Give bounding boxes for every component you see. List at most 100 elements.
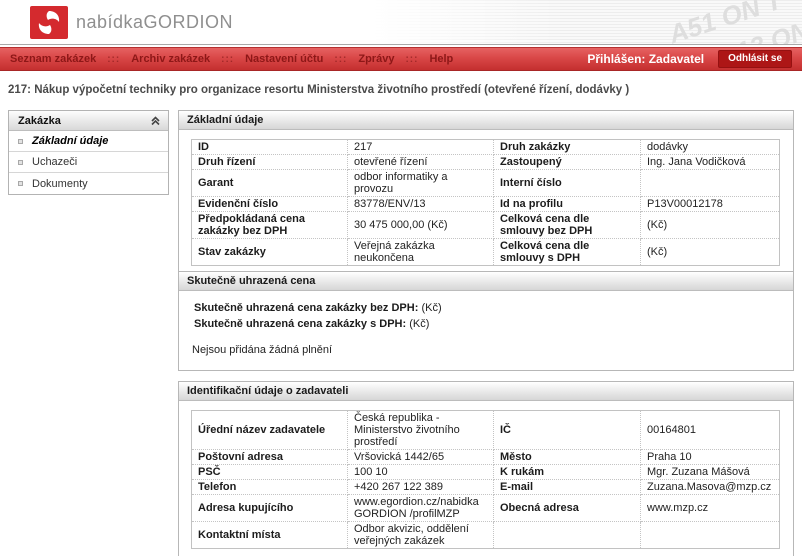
field-value: Veřejná zakázka neukončena [348,239,494,266]
field-value: Ing. Jana Vodičková [641,155,780,170]
field-label: Město [494,450,641,465]
table-row: Garant odbor informatiky a provozu Inter… [192,170,780,197]
table-row: Úřední název zadavatele Česká republika … [192,411,780,450]
field-label: Celková cena dle smlouvy bez DPH [494,212,641,239]
field-value [641,170,780,197]
sidebar-item[interactable]: Základní údaje [9,131,168,152]
field-label: Úřední název zadavatele [192,411,348,450]
table-row: Adresa kupujícího www.egordion.cz/nabidk… [192,495,780,522]
nav-menu: Seznam zakázek ::: Archiv zakázek ::: Na… [10,53,453,65]
page-title: 217: Nákup výpočetní techniky pro organi… [8,84,794,96]
section-contracting-authority: Identifikační údaje o zadavateli Úřední … [178,381,794,556]
paid-price-line: Skutečně uhrazená cena zakázky s DPH: (K… [191,316,780,332]
main-navbar: Seznam zakázek ::: Archiv zakázek ::: Na… [0,47,802,71]
field-label: Předpokládaná cena zakázky bez DPH [192,212,348,239]
field-value: www.mzp.cz [641,495,780,522]
field-value: 00164801 [641,411,780,450]
field-value: P13V00012178 [641,197,780,212]
field-value [641,522,780,549]
login-status-text: Přihlášen: Zadavatel [587,52,704,66]
field-value: odbor informatiky a provozu [348,170,494,197]
field-label: Stav zakázky [192,239,348,266]
field-value: otevřené řízení [348,155,494,170]
field-value: 217 [348,140,494,155]
field-label: IČ [494,411,641,450]
nav-separator: ::: [334,54,347,65]
sidebar-item-label: Základní údaje [32,135,108,147]
section-paid-price: Skutečně uhrazená cena Skutečně uhrazená… [178,271,794,371]
table-row: ID 217 Druh zakázky dodávky [192,140,780,155]
sidebar-header-label: Zakázka [18,115,61,127]
nav-session-area: Přihlášen: Zadavatel Odhlásit se [587,50,792,68]
sidebar-item[interactable]: Uchazeči [9,152,168,173]
sidebar-items: Základní údaje Uchazeči Dokumenty [9,131,168,194]
field-label: Poštovní adresa [192,450,348,465]
field-label: K rukám [494,465,641,480]
field-label: ID [192,140,348,155]
field-label: Celková cena dle smlouvy s DPH [494,239,641,266]
paid-price-lines: Skutečně uhrazená cena zakázky bez DPH: … [191,300,780,332]
paid-price-label: Skutečně uhrazená cena zakázky s DPH: [194,318,406,330]
field-value: (Kč) [641,239,780,266]
collapse-double-chevron-up-icon[interactable] [150,115,161,126]
header-background-pattern: A51 ON T 13 ON [372,0,802,44]
table-row: Předpokládaná cena zakázky bez DPH 30 47… [192,212,780,239]
field-value: Mgr. Zuzana Mášová [641,465,780,480]
section-contracting-title: Identifikační údaje o zadavateli [179,382,793,401]
sidebar: Zakázka Základní údaje Uchazeči [8,110,169,195]
field-label: Adresa kupujícího [192,495,348,522]
field-value: www.egordion.cz/nabidkaGORDION /profilMZ… [348,495,494,522]
field-label: E-mail [494,480,641,495]
field-label: Evidenční číslo [192,197,348,212]
field-label: Interní číslo [494,170,641,197]
nav-separator: ::: [221,54,234,65]
table-row: Evidenční číslo 83778/ENV/13 Id na profi… [192,197,780,212]
section-basic-info: Základní údaje ID 217 Druh zakázky dodáv… [178,110,794,279]
paid-price-value: (Kč) [421,302,441,314]
nav-item[interactable]: Help [429,53,453,65]
section-basic-title: Základní údaje [179,111,793,130]
square-bullet-icon [18,160,23,165]
page: A51 ON T 13 ON nabídkaGORDION Seznam zak… [0,0,802,556]
field-value: 83778/ENV/13 [348,197,494,212]
table-row: Druh řízení otevřené řízení Zastoupený I… [192,155,780,170]
field-value: Česká republika - Ministerstvo životního… [348,411,494,450]
field-label: Kontaktní místa [192,522,348,549]
field-value: +420 267 122 389 [348,480,494,495]
field-label: Garant [192,170,348,197]
nav-item[interactable]: Zprávy [358,53,394,65]
field-value: 100 10 [348,465,494,480]
section-paid-title: Skutečně uhrazená cena [179,272,793,291]
field-value: dodávky [641,140,780,155]
sidebar-item[interactable]: Dokumenty [9,173,168,194]
table-row: PSČ 100 10 K rukám Mgr. Zuzana Mášová [192,465,780,480]
field-label [494,522,641,549]
nav-separator: ::: [405,54,418,65]
field-value: Vršovická 1442/65 [348,450,494,465]
field-value: Zuzana.Masova@mzp.cz [641,480,780,495]
nav-item[interactable]: Archiv zakázek [131,53,210,65]
gordion-logo-icon[interactable] [30,6,68,39]
nav-separator: ::: [107,54,120,65]
square-bullet-icon [18,139,23,144]
field-label: Zastoupený [494,155,641,170]
table-row: Kontaktní místa Odbor akvizic, oddělení … [192,522,780,549]
field-value: Odbor akvizic, oddělení veřejných zakáze… [348,522,494,549]
field-value: 30 475 000,00 (Kč) [348,212,494,239]
table-row: Stav zakázky Veřejná zakázka neukončena … [192,239,780,266]
sidebar-item-label: Uchazeči [32,156,77,168]
nav-item[interactable]: Nastavení účtu [245,53,323,65]
field-value: (Kč) [641,212,780,239]
table-row: Telefon +420 267 122 389 E-mail Zuzana.M… [192,480,780,495]
nav-item[interactable]: Seznam zakázek [10,53,96,65]
field-label: PSČ [192,465,348,480]
field-label: Telefon [192,480,348,495]
swirl-icon [35,9,63,36]
logout-button[interactable]: Odhlásit se [718,50,792,68]
contracting-authority-table: Úřední název zadavatele Česká republika … [191,410,780,549]
app-logo-text: nabídkaGORDION [76,0,233,45]
no-payments-note: Nejsou přidána žádná plnění [191,332,780,358]
field-label: Druh řízení [192,155,348,170]
sidebar-header[interactable]: Zakázka [9,111,168,131]
basic-info-table: ID 217 Druh zakázky dodávky Druh řízení … [191,139,780,266]
